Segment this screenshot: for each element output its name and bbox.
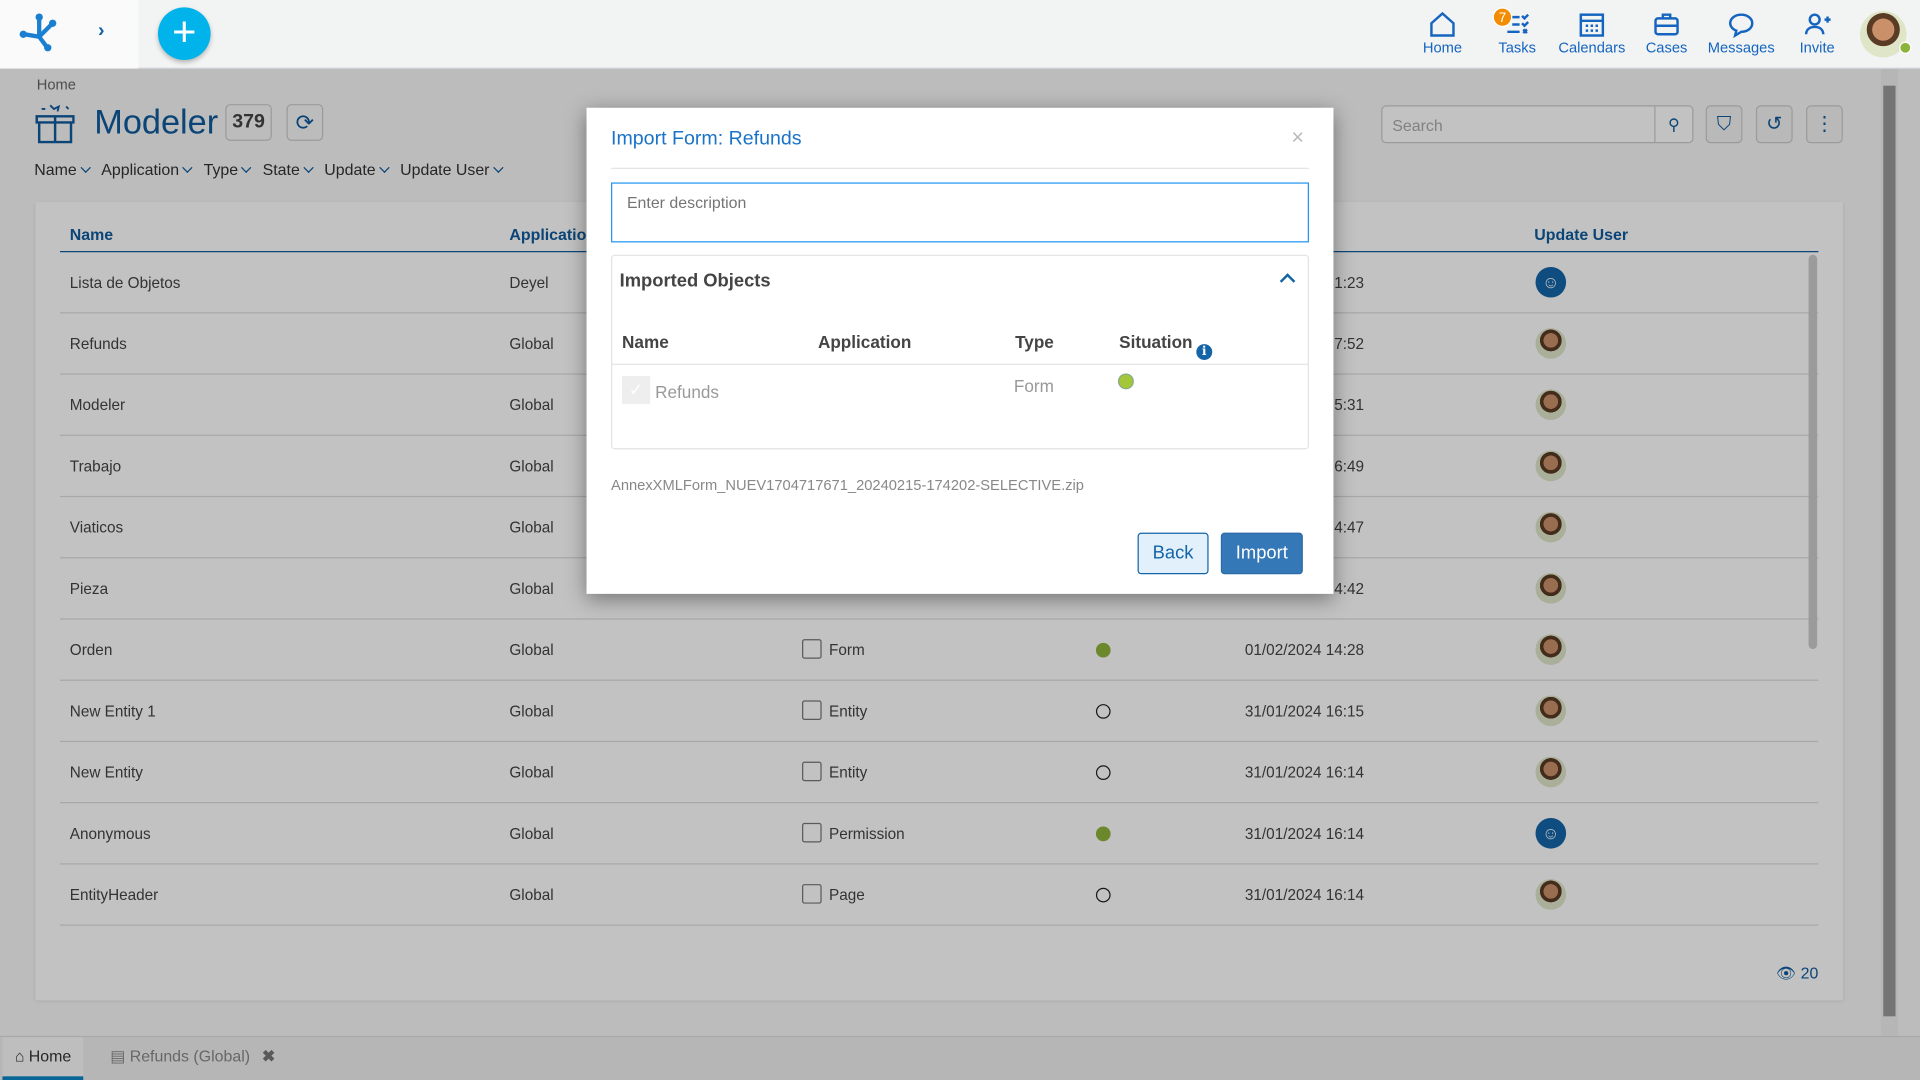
nav-messages[interactable]: Messages — [1704, 10, 1777, 57]
item-name: Refunds — [655, 382, 719, 402]
nav-calendars[interactable]: Calendars — [1555, 10, 1628, 57]
col-type: Type — [1015, 331, 1054, 352]
situation-label: Situation — [1119, 331, 1193, 352]
home-icon — [1430, 11, 1455, 37]
nav-label: Calendars — [1558, 39, 1626, 57]
logo-area: › — [0, 0, 139, 69]
invite-user-icon — [1804, 13, 1831, 35]
deyel-logo-icon[interactable] — [17, 12, 61, 54]
chat-icon — [1728, 13, 1754, 39]
expand-chevron-icon[interactable]: › — [98, 21, 105, 43]
nav-tasks[interactable]: 7 Tasks — [1480, 7, 1553, 57]
close-icon[interactable]: × — [1291, 125, 1304, 151]
info-icon[interactable]: i — [1196, 344, 1213, 361]
back-button[interactable]: Back — [1137, 532, 1209, 575]
create-button[interactable]: + — [157, 7, 211, 61]
calendar-icon — [1579, 13, 1605, 37]
nav-label: Cases — [1645, 39, 1688, 57]
nav-label: Invite — [1799, 39, 1835, 57]
divider — [611, 167, 1309, 169]
import-file-name: AnnexXMLForm_NUEV1704717671_20240215-174… — [611, 476, 1084, 494]
panel-title: Imported Objects — [619, 270, 771, 292]
col-name: Name — [622, 331, 669, 352]
situation-new-dot — [1117, 373, 1134, 390]
item-type: Form — [1013, 375, 1054, 396]
imported-objects-panel: Imported Objects Name Application Type S… — [611, 254, 1309, 450]
top-bar: › + Home 7 Tasks Calendars Cases Message… — [0, 0, 1920, 69]
col-situation: Situation i — [1119, 331, 1213, 361]
dialog-title: Import Form: Refunds — [611, 128, 802, 150]
tasks-badge: 7 — [1492, 7, 1513, 27]
nav-home[interactable]: Home — [1406, 10, 1479, 57]
imported-table-header: Name Application Type Situation i — [612, 320, 1308, 365]
nav-label: Messages — [1707, 39, 1775, 57]
description-input[interactable] — [611, 182, 1309, 243]
import-button[interactable]: Import — [1220, 532, 1303, 575]
nav-label: Home — [1422, 39, 1463, 57]
plus-icon: + — [172, 8, 197, 56]
col-application: Application — [817, 331, 912, 352]
import-form-dialog: Import Form: Refunds × Imported Objects … — [586, 107, 1334, 594]
briefcase-icon — [1654, 13, 1679, 36]
chevron-up-icon[interactable] — [1279, 273, 1296, 289]
nav-cases[interactable]: Cases — [1630, 10, 1703, 57]
nav-label: Tasks — [1498, 39, 1536, 57]
nav-invite[interactable]: Invite — [1780, 10, 1853, 57]
row-checkbox[interactable]: ✓ — [622, 375, 651, 405]
online-status-dot — [1899, 41, 1912, 54]
